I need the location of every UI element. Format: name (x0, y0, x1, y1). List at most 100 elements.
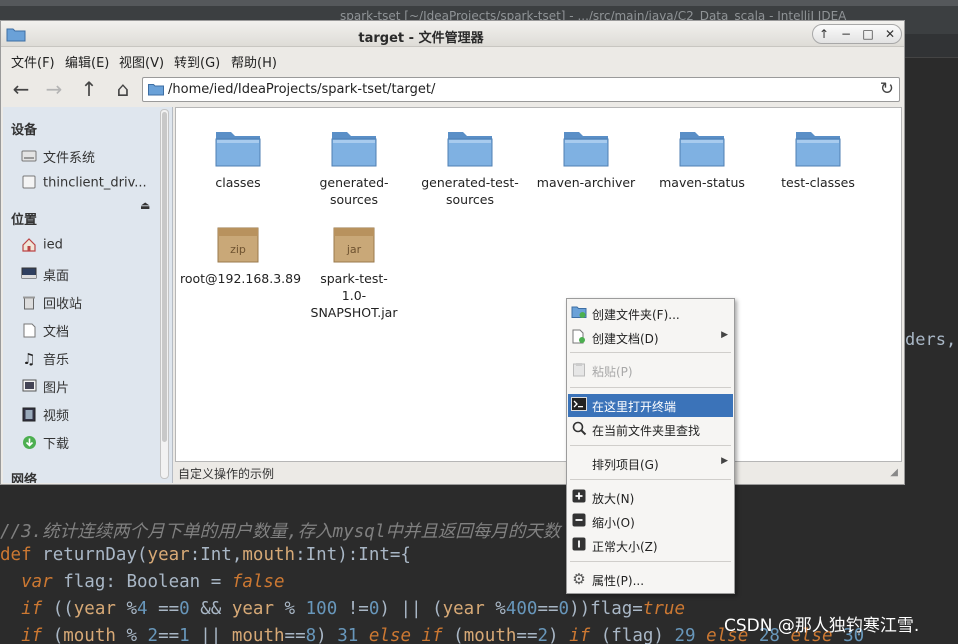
folder-icon (447, 132, 493, 167)
submenu-arrow-icon: ▶ (721, 330, 728, 340)
home-icon (21, 237, 37, 253)
arrow-up-icon[interactable]: ↑ (77, 78, 101, 100)
status-text: 自定义操作的示例 (178, 467, 275, 481)
menu-item-arrange[interactable]: 排列项目(G) ▶ (568, 452, 733, 475)
trash-icon (21, 295, 37, 311)
window-shade-button[interactable]: ↑ (814, 25, 834, 43)
sidebar-item-trash[interactable]: 回收站 (21, 293, 159, 315)
menu-item-create-document[interactable]: 创建文档(D) ▶ (568, 326, 733, 349)
menu-view[interactable]: 视图(V) (119, 52, 164, 71)
folder-icon (148, 84, 164, 96)
file-item-folder[interactable]: maven-status (644, 126, 760, 191)
code-line-comment: //3.统计连续两个月下单的用户数量,存入mysql中并且返回每月的天数 (0, 522, 561, 542)
window-maximize-button[interactable]: □ (858, 25, 878, 43)
csdn-watermark: CSDN @那人独钓寒江雪. (724, 616, 920, 636)
sidebar-header-devices: 设备 (11, 123, 38, 138)
arrow-right-icon[interactable]: → (42, 78, 66, 100)
menu-item-zoom-in[interactable]: 放大(N) (568, 486, 733, 509)
menu-item-open-terminal[interactable]: 在这里打开终端 (568, 394, 733, 417)
file-label: generated-test-sources (421, 175, 519, 207)
zoom-in-icon (571, 489, 587, 505)
statusbar: 自定义操作的示例 ◢ (175, 462, 902, 483)
menu-item-search-folder[interactable]: 在当前文件夹里查找 (568, 418, 733, 441)
sidebar-item-filesystem[interactable]: 文件系统 (21, 147, 159, 169)
paste-icon (571, 362, 587, 378)
new-document-icon (571, 329, 587, 345)
folder-icon (795, 132, 841, 167)
document-icon (21, 323, 37, 339)
menu-item-paste[interactable]: 粘贴(P) (568, 359, 733, 382)
sidebar: 设备 文件系统 thinclient_driv... ⏏ 位置 ied 桌面 回… (3, 107, 173, 483)
picture-icon (21, 379, 37, 395)
svg-text:zip: zip (230, 243, 246, 256)
sidebar-item-pictures[interactable]: 图片 (21, 377, 159, 399)
file-item-archive[interactable]: jar spark-test-1.0-SNAPSHOT.jar (296, 222, 412, 321)
ide-code-fragment: ders, (905, 330, 957, 350)
sidebar-item-thinclient[interactable]: thinclient_driv... (21, 175, 159, 197)
folder-icon (679, 132, 725, 167)
home-icon[interactable]: ⌂ (111, 78, 135, 100)
sidebar-item-home[interactable]: ied (21, 237, 159, 259)
menu-item-zoom-normal[interactable]: 正常大小(Z) (568, 534, 733, 557)
location-path: /home/ied/IdeaProjects/spark-tset/target… (168, 82, 436, 97)
menu-item-properties[interactable]: ⚙ 属性(P)... (568, 568, 733, 591)
zoom-out-icon (571, 513, 587, 529)
file-label: maven-status (659, 175, 745, 190)
menu-separator (570, 387, 731, 388)
file-item-folder[interactable]: test-classes (760, 126, 876, 191)
menu-help[interactable]: 帮助(H) (231, 52, 277, 71)
submenu-arrow-icon: ▶ (721, 456, 728, 466)
file-view[interactable]: classes generated-sources generated-test… (175, 107, 902, 462)
sidebar-scrollbar-thumb[interactable] (162, 112, 167, 442)
desktop-icon (21, 267, 37, 283)
file-label: generated-sources (319, 175, 389, 207)
new-folder-icon (571, 305, 587, 321)
file-label: test-classes (781, 175, 855, 190)
file-label: root@192.168.3.89 (180, 271, 302, 286)
menu-go[interactable]: 转到(G) (174, 52, 220, 71)
terminal-icon (571, 397, 587, 413)
properties-icon: ⚙ (572, 570, 586, 588)
arrow-left-icon[interactable]: ← (9, 78, 33, 100)
sidebar-header-places: 位置 (11, 213, 38, 228)
menu-item-zoom-out[interactable]: 缩小(O) (568, 510, 733, 533)
sidebar-item-desktop[interactable]: 桌面 (21, 265, 159, 287)
menu-separator (570, 479, 731, 480)
music-icon: ♫ (22, 349, 36, 368)
context-menu: 创建文件夹(F)... 创建文档(D) ▶ 粘贴(P) 在这里打开终端 在当前文… (566, 298, 735, 594)
file-item-folder[interactable]: generated-test-sources (412, 126, 528, 208)
sidebar-item-videos[interactable]: 视频 (21, 405, 159, 427)
window-minimize-button[interactable]: − (836, 25, 856, 43)
window-title: target - 文件管理器 (358, 31, 484, 46)
file-item-folder[interactable]: generated-sources (296, 126, 412, 208)
window-titlebar[interactable]: target - 文件管理器 ↑ − □ ✕ (1, 21, 904, 47)
jar-archive-icon: jar (333, 227, 375, 263)
file-label: spark-test-1.0-SNAPSHOT.jar (310, 271, 398, 320)
window-controls: ↑ − □ ✕ (812, 24, 902, 44)
menu-separator (570, 561, 731, 562)
sidebar-scrollbar[interactable] (160, 109, 169, 479)
reload-icon[interactable]: ↻ (880, 79, 894, 99)
window-close-button[interactable]: ✕ (880, 25, 900, 43)
file-item-folder[interactable]: maven-archiver (528, 126, 644, 191)
svg-text:jar: jar (346, 243, 362, 256)
code-line-var: var flag: Boolean = false (21, 572, 285, 592)
video-icon (21, 407, 37, 423)
ide-tab-bar (904, 34, 958, 58)
sidebar-header-network: 网络 (11, 473, 38, 483)
zoom-normal-icon (571, 537, 587, 553)
file-item-folder[interactable]: classes (180, 126, 296, 191)
folder-icon (215, 132, 261, 167)
location-bar[interactable]: /home/ied/IdeaProjects/spark-tset/target… (142, 77, 900, 102)
sidebar-item-music[interactable]: ♫ 音乐 (21, 349, 159, 371)
eject-icon[interactable]: ⏏ (140, 199, 150, 212)
menu-file[interactable]: 文件(F) (11, 52, 55, 71)
menu-edit[interactable]: 编辑(E) (65, 52, 109, 71)
sidebar-item-documents[interactable]: 文档 (21, 321, 159, 343)
sidebar-item-downloads[interactable]: 下载 (21, 433, 159, 455)
file-item-archive[interactable]: zip root@192.168.3.89 (180, 222, 302, 287)
menu-item-create-folder[interactable]: 创建文件夹(F)... (568, 302, 733, 325)
folder-icon (331, 132, 377, 167)
menu-separator (570, 352, 731, 353)
resize-grip-icon[interactable]: ◢ (890, 467, 898, 478)
